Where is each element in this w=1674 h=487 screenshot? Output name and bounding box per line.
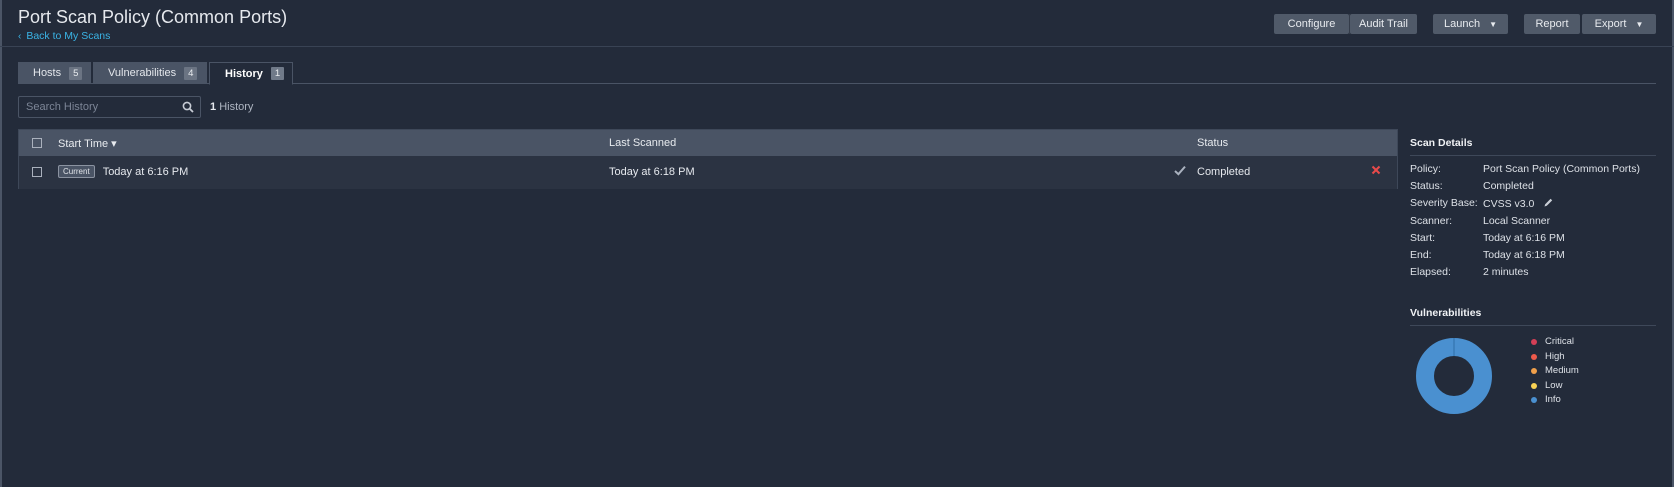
table-header: Start Time ▾ Last Scanned Status — [19, 130, 1397, 156]
select-all-checkbox[interactable] — [32, 138, 42, 148]
tab-count-badge: 5 — [69, 66, 83, 80]
detail-value-start: Today at 6:16 PM — [1483, 232, 1565, 244]
detail-label-policy: Policy: — [1410, 163, 1441, 175]
column-last-scanned[interactable]: Last Scanned — [609, 137, 676, 149]
legend-dot-high — [1531, 353, 1537, 360]
detail-label-start: Start: — [1410, 232, 1436, 244]
tab-count-badge: 4 — [184, 66, 198, 80]
legend-dot-medium — [1531, 367, 1537, 374]
legend-label: Critical — [1545, 336, 1575, 347]
caret-down-icon: ▼ — [1635, 19, 1644, 29]
tab-count-badge: 1 — [270, 67, 285, 80]
tab-label: Vulnerabilities — [108, 67, 177, 79]
report-label: Report — [1535, 18, 1569, 30]
legend-label: Medium — [1545, 365, 1579, 376]
check-icon — [1174, 165, 1186, 179]
detail-label-end: End: — [1410, 249, 1432, 261]
scan-details-divider — [1410, 155, 1656, 156]
last-scanned-cell: Today at 6:18 PM — [609, 166, 695, 178]
detail-label-status: Status: — [1410, 180, 1443, 192]
legend-dot-critical — [1531, 338, 1537, 345]
tab-hosts[interactable]: Hosts 5 — [18, 62, 91, 84]
start-time-cell: Current Today at 6:16 PM — [58, 165, 188, 178]
export-button[interactable]: Export ▼ — [1582, 14, 1656, 34]
detail-value-status: Completed — [1483, 180, 1534, 192]
back-link-label: Back to My Scans — [26, 30, 111, 42]
legend-label: High — [1545, 351, 1565, 362]
vulnerabilities-divider — [1410, 325, 1656, 326]
legend-medium[interactable]: Medium — [1531, 365, 1579, 376]
history-count-label: History — [219, 101, 254, 113]
caret-down-icon: ▼ — [1489, 19, 1497, 29]
search-icon[interactable] — [182, 101, 194, 116]
back-to-my-scans-link[interactable]: ‹ Back to My Scans — [18, 30, 110, 42]
detail-label-scanner: Scanner: — [1410, 215, 1453, 227]
tab-vulnerabilities[interactable]: Vulnerabilities 4 — [93, 62, 207, 84]
search-box — [18, 96, 201, 118]
audit-trail-label: Audit Trail — [1359, 18, 1408, 30]
launch-label: Launch — [1443, 18, 1481, 30]
detail-label-severity-base: Severity Base: — [1410, 197, 1478, 209]
legend-info[interactable]: Info — [1531, 394, 1561, 405]
legend-label: Low — [1545, 380, 1563, 391]
legend-high[interactable]: High — [1531, 351, 1565, 362]
history-count: 1 History — [210, 101, 253, 113]
detail-value-policy: Port Scan Policy (Common Ports) — [1483, 163, 1640, 175]
edit-pencil-icon[interactable] — [1543, 197, 1554, 211]
history-count-number: 1 — [210, 101, 217, 113]
detail-value-end: Today at 6:18 PM — [1483, 249, 1565, 261]
audit-trail-button[interactable]: Audit Trail — [1350, 14, 1417, 34]
row-checkbox[interactable] — [32, 167, 42, 177]
legend-low[interactable]: Low — [1531, 380, 1562, 391]
vulnerabilities-title: Vulnerabilities — [1410, 307, 1482, 319]
tab-history[interactable]: History 1 — [209, 62, 293, 85]
legend-label: Info — [1545, 394, 1561, 405]
chevron-left-icon: ‹ — [18, 30, 22, 42]
detail-value-scanner: Local Scanner — [1483, 215, 1551, 227]
launch-button[interactable]: Launch ▼ — [1433, 14, 1508, 34]
tab-label: History — [225, 67, 263, 80]
scan-details-title: Scan Details — [1410, 137, 1473, 149]
header-divider — [0, 46, 1674, 47]
detail-label-elapsed: Elapsed: — [1410, 266, 1451, 278]
delete-icon[interactable] — [1371, 165, 1381, 178]
configure-label: Configure — [1287, 18, 1336, 30]
page-title: Port Scan Policy (Common Ports) — [18, 7, 288, 27]
report-button[interactable]: Report — [1524, 14, 1580, 34]
search-input[interactable] — [19, 101, 169, 113]
column-start-time[interactable]: Start Time ▾ — [58, 137, 117, 150]
tab-label: Hosts — [33, 67, 62, 79]
history-table: Start Time ▾ Last Scanned Status Current… — [18, 129, 1398, 189]
vulnerabilities-donut-chart[interactable] — [1416, 334, 1492, 420]
status-cell: Completed — [1197, 166, 1251, 178]
table-row[interactable]: Current Today at 6:16 PM Today at 6:18 PM… — [19, 156, 1397, 189]
start-time-value: Today at 6:16 PM — [102, 166, 189, 178]
legend-dot-low — [1531, 382, 1537, 389]
column-status[interactable]: Status — [1197, 137, 1228, 149]
detail-value-elapsed: 2 minutes — [1483, 266, 1529, 278]
legend-critical[interactable]: Critical — [1531, 336, 1574, 347]
current-badge: Current — [58, 165, 95, 178]
export-label: Export — [1594, 18, 1627, 30]
detail-value-severity-base: CVSS v3.0 — [1483, 198, 1535, 210]
configure-button[interactable]: Configure — [1274, 14, 1349, 34]
legend-dot-info — [1531, 396, 1537, 403]
